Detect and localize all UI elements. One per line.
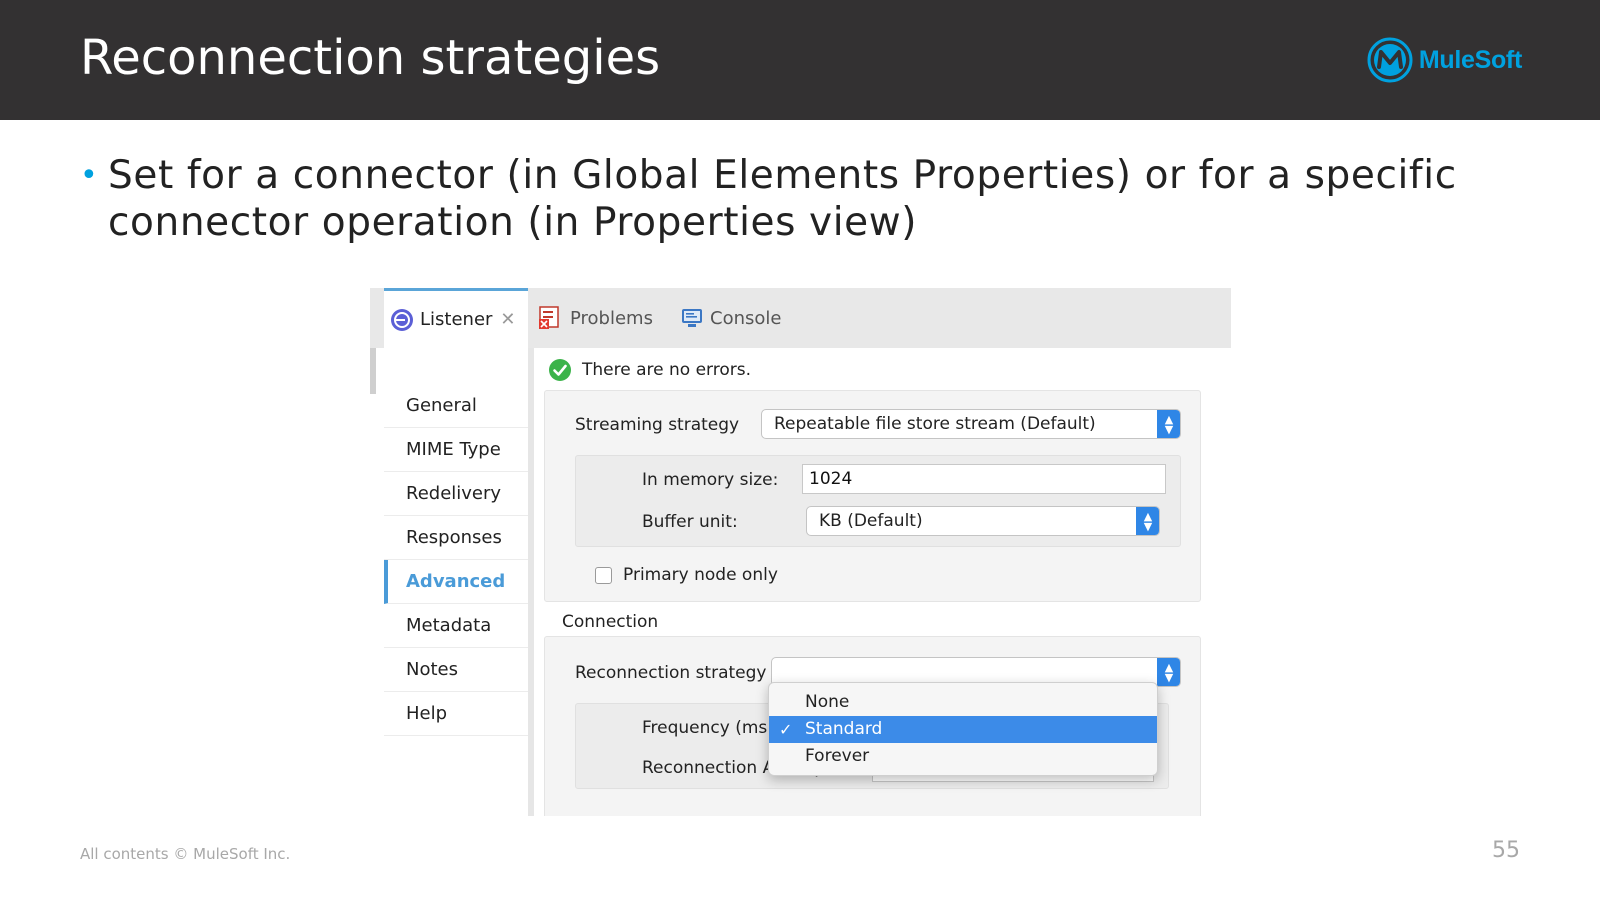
status-text: There are no errors. (582, 360, 751, 380)
sidebar-item-advanced[interactable]: Advanced (384, 560, 528, 604)
properties-view-screenshot: Listener ✕ Problems Console General MIME… (370, 288, 1231, 816)
brand-name: MuleSoft (1418, 45, 1522, 74)
dropdown-option-none[interactable]: None (769, 689, 1157, 716)
sidebar-item-redelivery[interactable]: Redelivery (384, 472, 528, 516)
buffer-unit-value: KB (Default) (819, 511, 923, 531)
status-message: There are no errors. (548, 358, 751, 382)
problems-icon (539, 306, 559, 329)
updown-arrow-icon: ▲ ▼ (1157, 658, 1180, 686)
buffer-unit-label: Buffer unit: (642, 512, 738, 532)
buffer-unit-select[interactable]: KB (Default) ▲ ▼ (806, 506, 1160, 536)
close-icon[interactable]: ✕ (500, 309, 515, 330)
sidebar-item-mime-type[interactable]: MIME Type (384, 428, 528, 472)
view-tab-bar: Listener ✕ Problems Console (370, 288, 1231, 348)
slide-title: Reconnection strategies (80, 30, 661, 86)
dropdown-option-standard[interactable]: ✓ Standard (769, 716, 1157, 743)
slide-header: Reconnection strategies MuleSoft (0, 0, 1600, 120)
option-label: None (805, 692, 850, 712)
footer-copyright: All contents © MuleSoft Inc. (80, 845, 291, 863)
sidebar-item-metadata[interactable]: Metadata (384, 604, 528, 648)
updown-arrow-icon: ▲ ▼ (1157, 410, 1180, 438)
page-number: 55 (1492, 838, 1520, 863)
frequency-label: Frequency (ms): (642, 718, 780, 738)
listener-icon (391, 308, 413, 331)
sidebar-item-responses[interactable]: Responses (384, 516, 528, 560)
sidebar-item-help[interactable]: Help (384, 692, 528, 736)
streaming-strategy-label: Streaming strategy (575, 415, 740, 435)
bullet-text: Set for a connector (in Global Elements … (108, 153, 1457, 245)
tab-label: Problems (570, 307, 653, 329)
reconnection-strategy-dropdown: None ✓ Standard Forever (768, 682, 1158, 776)
check-circle-icon (549, 359, 571, 381)
option-label: Standard (805, 719, 883, 739)
sidebar-item-general[interactable]: General (384, 384, 528, 428)
in-memory-size-input[interactable]: 1024 (802, 464, 1166, 494)
streaming-strategy-select[interactable]: Repeatable file store stream (Default) ▲… (761, 409, 1181, 439)
dropdown-option-forever[interactable]: Forever (769, 743, 1157, 770)
console-icon (682, 309, 702, 327)
tab-label: Listener (420, 309, 493, 330)
tab-label: Console (710, 307, 782, 329)
brand: MuleSoft (1367, 36, 1522, 84)
tab-listener[interactable]: Listener ✕ (384, 288, 528, 348)
mulesoft-logo-icon (1367, 37, 1413, 83)
updown-arrow-icon: ▲ ▼ (1136, 507, 1159, 535)
streaming-strategy-value: Repeatable file store stream (Default) (774, 414, 1096, 434)
sidebar-item-notes[interactable]: Notes (384, 648, 528, 692)
tab-problems[interactable]: Problems (538, 288, 653, 348)
option-label: Forever (805, 746, 870, 766)
in-memory-size-label: In memory size: (642, 470, 779, 490)
properties-content: There are no errors. Streaming strategy … (534, 348, 1231, 816)
connection-section-label: Connection (562, 612, 659, 632)
properties-sidebar: General MIME Type Redelivery Responses A… (384, 348, 528, 816)
streaming-options-panel: In memory size: 1024 Buffer unit: KB (De… (575, 455, 1181, 547)
bullet-dot-icon: • (80, 158, 98, 193)
checkmark-icon: ✓ (779, 720, 793, 739)
primary-node-label: Primary node only (623, 565, 778, 585)
streaming-panel: Streaming strategy Repeatable file store… (544, 390, 1201, 602)
reconnection-strategy-label: Reconnection strategy (575, 663, 767, 683)
tab-console[interactable]: Console (680, 288, 781, 348)
primary-node-checkbox[interactable] (595, 567, 612, 584)
